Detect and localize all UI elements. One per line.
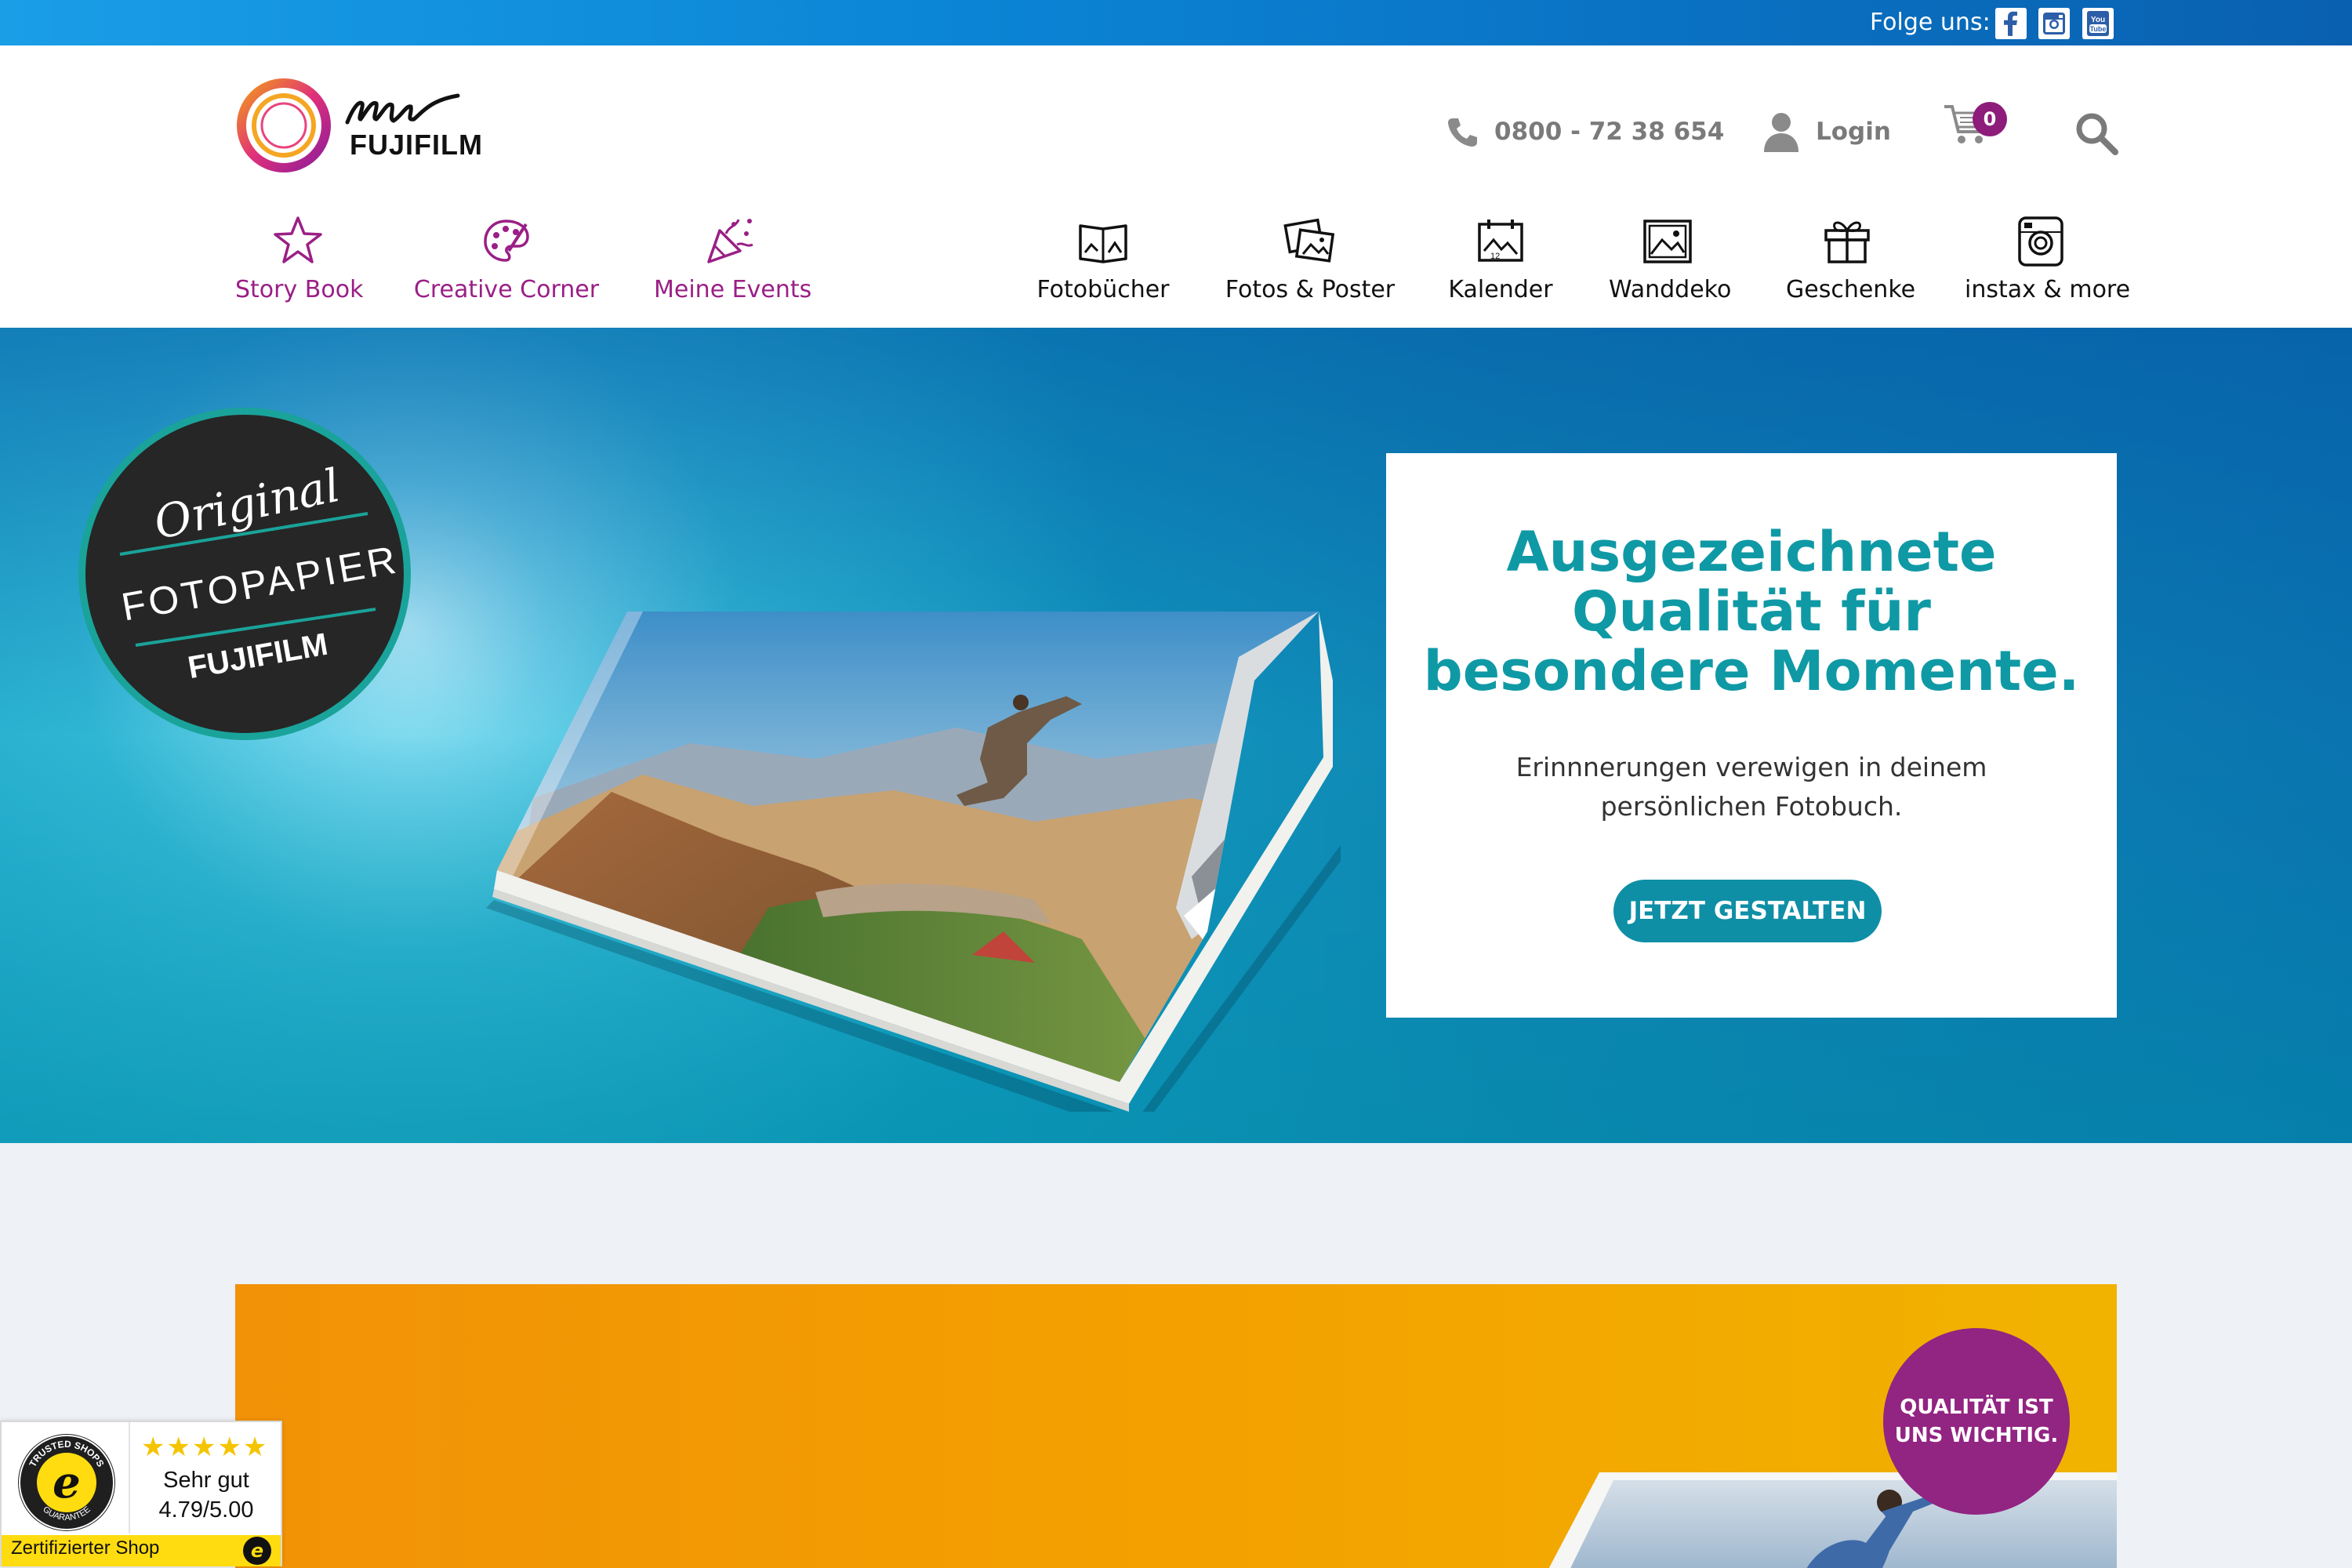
nav-story-book[interactable]: Story Book [235,213,364,315]
svg-text:Tube: Tube [2090,25,2107,33]
top-bar: Folge uns: You Tube [0,0,2352,45]
instant-camera-icon [2018,216,2063,267]
logo-my-script [345,93,460,125]
svg-text:You: You [2091,16,2105,24]
jetzt-gestalten-button[interactable]: JETZT GESTALTEN [1613,880,1882,942]
calendar-icon: 12 [1478,220,1523,262]
trusted-shops-widget[interactable]: e TRUSTED SHOPS GUARANTEE ★★★★★ Sehr gut… [0,1421,282,1566]
hero-title: Ausgezeichnete Qualität für besondere Mo… [1423,520,2080,703]
rating-stars: ★★★★★ [141,1432,269,1463]
star-icon [274,216,322,263]
instagram-icon[interactable] [2038,8,2070,39]
nav-label: Meine Events [654,276,812,303]
hero-banner[interactable]: Original FOTOPAPIER FUJIFILM Ausgezeichn… [0,328,2352,1143]
nav-fotobuecher[interactable]: Fotobücher [1033,213,1173,315]
nav-label: Fotobücher [1036,276,1170,303]
phone-contact[interactable]: 0800 - 72 38 654 [1446,108,1724,155]
myfujifilm-logo[interactable]: FUJIFILM [235,77,494,187]
nav-meine-events[interactable]: Meine Events [654,213,812,315]
nav-label: Geschenke [1786,276,1916,303]
trusted-shops-e-icon: e [243,1537,271,1565]
svg-text:12: 12 [1490,252,1500,261]
quality-badge: QUALITÄT IST UNS WICHTIG. [1883,1328,2070,1515]
nav-geschenke[interactable]: Geschenke [1786,213,1916,315]
logo-ring-icon [237,78,331,172]
rating-text: Sehr gut [163,1468,249,1493]
promo-banner[interactable] [235,1284,2117,1568]
nav-label: Kalender [1448,276,1553,303]
search-icon[interactable] [2074,111,2118,155]
photos-icon [1283,218,1335,263]
phone-icon [1448,118,1477,147]
nav-label: Story Book [235,276,364,303]
nav-creative-corner[interactable]: Creative Corner [412,213,601,315]
user-icon [1764,113,1798,152]
follow-us-label: Folge uns: [1870,9,1991,36]
nav-fotos-poster[interactable]: Fotos & Poster [1225,213,1396,315]
wall-picture-icon [1643,220,1692,263]
nav-label: instax & more [1965,276,2131,303]
quality-badge-line: UNS WICHTIG. [1894,1424,2059,1447]
certified-shop-label: Zertifizierter Shop [11,1537,160,1559]
login-link[interactable]: Login [1762,108,1891,155]
hero-card: Ausgezeichnete Qualität für besondere Mo… [1386,453,2117,1018]
nav-instax-more[interactable]: instax & more [1965,213,2131,315]
youtube-icon[interactable]: You Tube [2082,8,2114,39]
cart-count-badge: 0 [1973,102,2007,136]
quality-badge-line: QUALITÄT IST [1900,1396,2053,1419]
logo-wordmark: FUJIFILM [350,129,483,161]
palette-icon [484,220,529,262]
original-fotopapier-badge: Original FOTOPAPIER FUJIFILM [78,408,411,740]
phone-number: 0800 - 72 38 654 [1494,118,1725,146]
hero-subtitle: Erinnnerungen verewigen in deinem persön… [1515,752,1987,822]
party-popper-icon [707,219,753,263]
certified-bar: Zertifizierter Shop e [2,1535,281,1566]
nav-kalender[interactable]: 12 Kalender [1447,213,1554,315]
nav-wanddeko[interactable]: Wanddeko [1609,213,1732,315]
nav-label: Wanddeko [1609,276,1732,303]
svg-text:e: e [53,1457,81,1508]
site-header: FUJIFILM 0800 - 72 38 654 Login 0 Story … [0,45,2352,328]
gift-icon [1824,221,1870,263]
trusted-shops-seal-icon: e TRUSTED SHOPS GUARANTEE [18,1434,115,1531]
photo-book-image [486,612,1341,1112]
nav-label: Creative Corner [413,276,600,303]
login-label: Login [1816,118,1891,146]
facebook-icon[interactable] [1995,8,2027,39]
photo-book-icon [1079,224,1127,263]
rating-score: 4.79/5.00 [158,1497,254,1523]
nav-label: Fotos & Poster [1225,276,1396,303]
